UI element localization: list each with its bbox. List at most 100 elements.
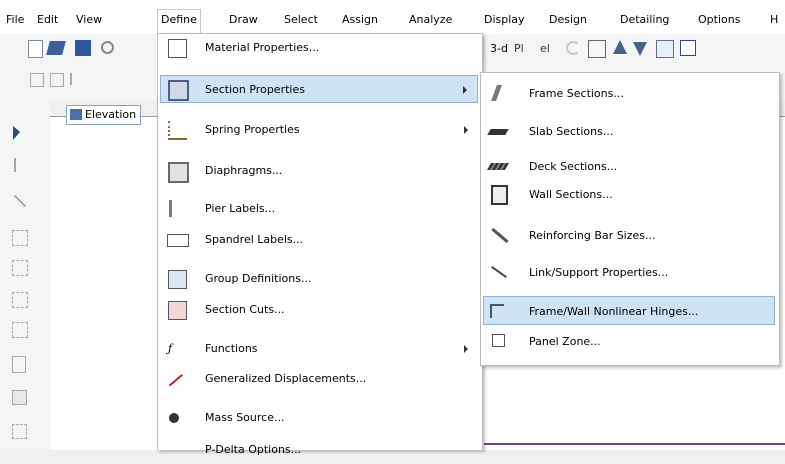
menu-item-mass-source[interactable]: Mass Source...: [160, 404, 478, 432]
menu-item-spring-properties[interactable]: Spring Properties: [160, 116, 478, 144]
displacement-icon: [168, 374, 185, 388]
elevation-view-button[interactable]: el: [540, 42, 550, 55]
menu-draw[interactable]: Draw: [229, 11, 258, 29]
section-properties-submenu: Frame Sections... Slab Sections... Deck …: [480, 72, 780, 366]
submenu-item-deck-sections[interactable]: Deck Sections...: [483, 153, 775, 181]
menu-help[interactable]: H: [770, 11, 778, 29]
view-3d-button[interactable]: 3-d: [490, 42, 508, 55]
checkbox-display-icon[interactable]: [680, 40, 696, 56]
menu-item-pier-labels[interactable]: Pier Labels...: [160, 195, 478, 223]
draw-line-icon[interactable]: [13, 194, 27, 208]
plan-view-button[interactable]: Pl: [514, 42, 524, 55]
slab-section-icon: [487, 129, 509, 135]
select-grid-icon[interactable]: [12, 260, 28, 276]
menu-edit[interactable]: Edit: [37, 11, 58, 29]
menu-detailing[interactable]: Detailing: [620, 11, 669, 29]
open-file-icon[interactable]: [46, 41, 66, 55]
menu-assign[interactable]: Assign: [342, 11, 378, 29]
tab-elevation[interactable]: Elevation: [66, 105, 142, 125]
undo-icon[interactable]: [101, 41, 114, 54]
menu-item-label: Section Cuts...: [205, 303, 285, 316]
menu-item-functions[interactable]: ƒ Functions: [160, 335, 478, 363]
page-icon[interactable]: [12, 356, 26, 373]
submenu-item-label: Wall Sections...: [529, 188, 613, 201]
canvas-guide-line: [484, 443, 785, 445]
menu-design[interactable]: Design: [549, 11, 587, 29]
menu-item-label: Spandrel Labels...: [205, 233, 304, 246]
pointer-icon[interactable]: [13, 126, 20, 140]
submenu-arrow-icon: [464, 345, 468, 353]
deck-section-icon: [486, 163, 510, 170]
menu-item-label: Material Properties...: [205, 41, 320, 54]
menu-item-generalized-displacements[interactable]: Generalized Displacements...: [160, 365, 478, 393]
submenu-item-panel-zone[interactable]: Panel Zone...: [483, 328, 775, 356]
set-display-icon[interactable]: [588, 40, 606, 58]
link-icon: [491, 266, 507, 278]
new-file-icon[interactable]: [28, 40, 43, 58]
move-down-icon[interactable]: [633, 42, 647, 56]
submenu-item-wall-sections[interactable]: Wall Sections...: [483, 181, 775, 209]
menu-options[interactable]: Options: [698, 11, 740, 29]
menu-item-section-properties[interactable]: Section Properties: [160, 75, 478, 103]
menu-item-section-cuts[interactable]: Section Cuts...: [160, 296, 478, 324]
submenu-arrow-icon: [464, 126, 468, 134]
menu-define[interactable]: Define: [157, 9, 201, 34]
menu-item-label: Functions: [205, 342, 258, 355]
submenu-item-label: Panel Zone...: [529, 335, 601, 348]
select-area-icon[interactable]: [12, 292, 28, 308]
left-toolbar: [0, 100, 50, 449]
submenu-item-label: Frame/Wall Nonlinear Hinges...: [529, 305, 699, 318]
elevation-tab-icon: [70, 109, 82, 120]
rotate-icon[interactable]: [566, 41, 580, 55]
save-icon[interactable]: [75, 40, 91, 56]
menu-display[interactable]: Display: [484, 11, 525, 29]
grid-snap-icon[interactable]: [12, 424, 27, 439]
submenu-item-label: Deck Sections...: [529, 160, 618, 173]
menu-item-label: Section Properties: [205, 83, 305, 96]
move-up-icon[interactable]: [613, 40, 627, 54]
menu-item-label: Spring Properties: [205, 123, 300, 136]
select-cross-icon[interactable]: [12, 322, 28, 338]
reshape-icon[interactable]: [14, 158, 24, 172]
diaphragm-icon: [168, 162, 189, 183]
panel-icon[interactable]: [12, 390, 27, 405]
menu-item-spandrel-labels[interactable]: Spandrel Labels...: [160, 226, 478, 254]
submenu-item-label: Slab Sections...: [529, 125, 614, 138]
submenu-item-slab-sections[interactable]: Slab Sections...: [483, 118, 775, 146]
menu-select[interactable]: Select: [284, 11, 318, 29]
panel-zone-icon: [492, 334, 505, 347]
submenu-item-frame-wall-nonlinear-hinges[interactable]: Frame/Wall Nonlinear Hinges...: [483, 296, 775, 325]
menu-item-label: P-Delta Options...: [205, 443, 302, 456]
draw-point-icon[interactable]: [30, 73, 44, 87]
menu-file[interactable]: File: [6, 11, 24, 29]
spandrel-icon: [167, 234, 189, 247]
grid-icon[interactable]: [656, 40, 674, 58]
rebar-icon: [491, 227, 509, 244]
menu-item-label: Diaphragms...: [205, 164, 283, 177]
pdelta-icon: [168, 441, 185, 458]
menu-item-label: Group Definitions...: [205, 272, 312, 285]
submenu-item-reinforcing-bar-sizes[interactable]: Reinforcing Bar Sizes...: [483, 222, 775, 250]
function-icon: ƒ: [168, 342, 173, 355]
menu-analyze[interactable]: Analyze: [409, 11, 452, 29]
menu-item-group-definitions[interactable]: Group Definitions...: [160, 265, 478, 293]
pier-icon: [169, 200, 182, 217]
section-icon: [168, 80, 189, 101]
submenu-item-link-support-properties[interactable]: Link/Support Properties...: [483, 259, 775, 287]
menu-item-material-properties[interactable]: Material Properties...: [160, 34, 478, 62]
define-menu: Material Properties... Section Propertie…: [157, 33, 483, 456]
section-cut-icon: [168, 301, 187, 320]
draw-frame-icon[interactable]: [50, 73, 64, 87]
group-icon: [168, 270, 187, 289]
menu-item-diaphragms[interactable]: Diaphragms...: [160, 157, 478, 185]
submenu-item-label: Link/Support Properties...: [529, 266, 669, 279]
submenu-item-label: Reinforcing Bar Sizes...: [529, 229, 656, 242]
menu-item-p-delta-options[interactable]: P-Delta Options...: [160, 436, 478, 464]
draw-column-icon[interactable]: [70, 73, 82, 85]
submenu-item-frame-sections[interactable]: Frame Sections...: [483, 80, 775, 108]
frame-section-icon: [491, 85, 502, 101]
menu-bar: File Edit View Define Draw Select Assign…: [0, 0, 785, 34]
select-box-icon[interactable]: [12, 230, 28, 246]
menu-item-label: Generalized Displacements...: [205, 372, 367, 385]
menu-view[interactable]: View: [76, 11, 102, 29]
